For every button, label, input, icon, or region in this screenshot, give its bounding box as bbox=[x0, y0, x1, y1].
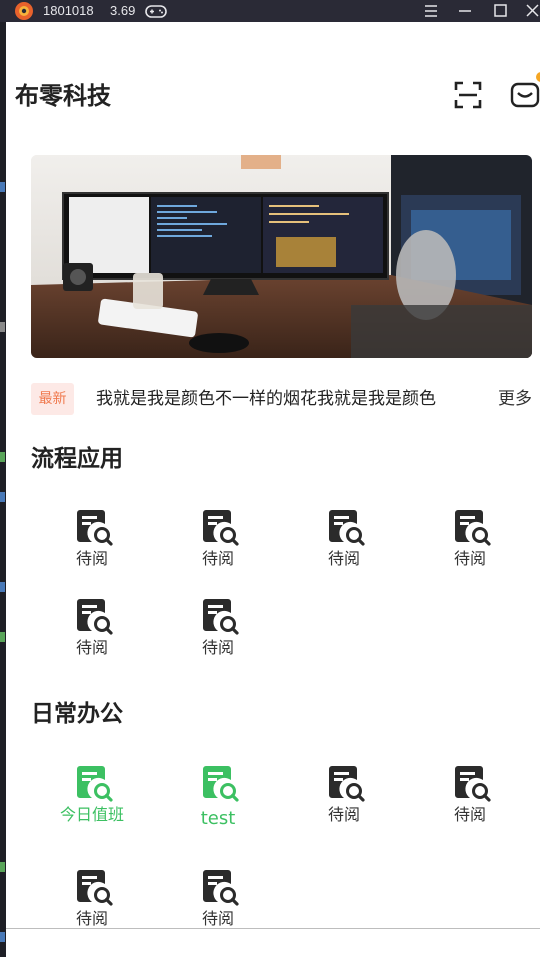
maximize-icon[interactable] bbox=[487, 0, 515, 22]
document-search-icon bbox=[455, 510, 491, 546]
message-icon[interactable] bbox=[510, 80, 540, 110]
editor-mark bbox=[0, 862, 5, 872]
close-icon[interactable] bbox=[521, 0, 540, 22]
editor-mark bbox=[0, 582, 5, 592]
app-screen: 布零科技 最新 我就是我是颜色不一样的烟花我就是我是颜色 更多 流程应用 待阅 … bbox=[6, 22, 540, 957]
notice-badge: 最新 bbox=[31, 383, 74, 415]
document-search-icon bbox=[329, 766, 365, 802]
unread-dot bbox=[536, 72, 540, 82]
page-title: 布零科技 bbox=[15, 82, 111, 110]
app-item-label: 今日值班 bbox=[59, 805, 124, 824]
window-version: 3.69 bbox=[110, 3, 136, 18]
editor-mark bbox=[0, 932, 5, 942]
menu-icon[interactable] bbox=[418, 0, 446, 22]
gamepad-icon[interactable] bbox=[144, 2, 168, 20]
editor-mark bbox=[0, 492, 5, 502]
document-search-icon bbox=[203, 599, 239, 635]
section-title-daily-office: 日常办公 bbox=[31, 701, 123, 727]
app-item-pending-read[interactable]: 待阅 bbox=[155, 597, 281, 677]
document-search-icon bbox=[77, 766, 113, 802]
app-item-duty-today[interactable]: 今日值班 bbox=[29, 764, 155, 844]
app-item-label: 待阅 bbox=[453, 805, 486, 824]
minimize-icon[interactable] bbox=[452, 0, 480, 22]
app-item-label: 待阅 bbox=[453, 549, 486, 568]
document-search-icon bbox=[203, 870, 239, 906]
app-item-pending-read[interactable]: 待阅 bbox=[29, 508, 155, 588]
app-item-test[interactable]: test bbox=[155, 764, 281, 844]
document-search-icon bbox=[203, 510, 239, 546]
app-item-pending-read[interactable]: 待阅 bbox=[407, 764, 533, 844]
editor-mark bbox=[0, 322, 5, 332]
app-item-label: 待阅 bbox=[75, 638, 108, 657]
document-search-icon bbox=[77, 510, 113, 546]
document-search-icon bbox=[77, 870, 113, 906]
app-item-label: 待阅 bbox=[327, 805, 360, 824]
app-logo-icon bbox=[15, 2, 33, 20]
app-item-label: 待阅 bbox=[201, 638, 234, 657]
editor-mark bbox=[0, 182, 5, 192]
app-item-label: 待阅 bbox=[201, 549, 234, 568]
window-titlebar: 1801018 3.69 bbox=[0, 0, 540, 22]
app-item-label: 待阅 bbox=[201, 909, 234, 928]
notice-text[interactable]: 我就是我是颜色不一样的烟花我就是我是颜色 bbox=[96, 386, 476, 412]
app-item-pending-read[interactable]: 待阅 bbox=[281, 508, 407, 588]
document-search-icon bbox=[329, 510, 365, 546]
section-title-process: 流程应用 bbox=[31, 446, 123, 472]
notice-more-link[interactable]: 更多 bbox=[498, 386, 532, 412]
app-item-label: test bbox=[200, 808, 236, 829]
window-title: 1801018 bbox=[43, 3, 94, 18]
document-search-icon bbox=[77, 599, 113, 635]
bottom-tab-area bbox=[6, 929, 540, 957]
scan-icon[interactable] bbox=[454, 81, 482, 109]
app-item-pending-read[interactable]: 待阅 bbox=[407, 508, 533, 588]
app-item-label: 待阅 bbox=[327, 549, 360, 568]
app-item-pending-read[interactable]: 待阅 bbox=[155, 508, 281, 588]
app-item-pending-read[interactable]: 待阅 bbox=[29, 597, 155, 677]
editor-mark bbox=[0, 452, 5, 462]
app-item-pending-read[interactable]: 待阅 bbox=[281, 764, 407, 844]
app-item-label: 待阅 bbox=[75, 549, 108, 568]
document-search-icon bbox=[203, 766, 239, 802]
document-search-icon bbox=[455, 766, 491, 802]
banner-photo-icon bbox=[31, 155, 532, 358]
banner-image[interactable] bbox=[31, 155, 532, 358]
editor-mark bbox=[0, 632, 5, 642]
app-item-label: 待阅 bbox=[75, 909, 108, 928]
